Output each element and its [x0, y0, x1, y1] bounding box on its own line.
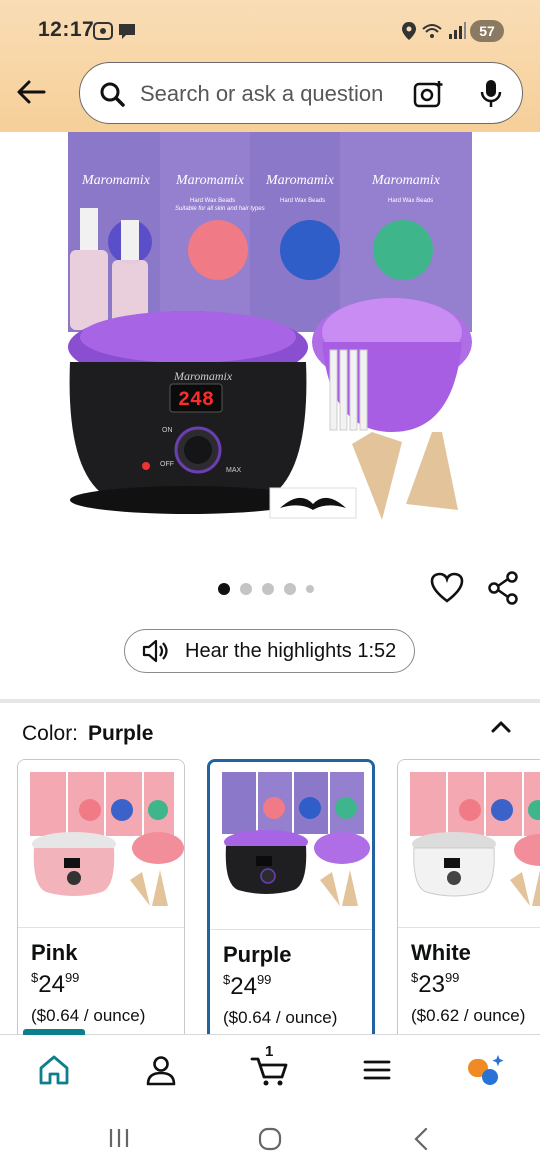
carousel-indicator [218, 583, 314, 595]
warmer-brand: Maromamix [173, 369, 233, 383]
color-option-unit-price: ($0.64 / ounce) [31, 1006, 146, 1025]
color-option-unit-price: ($0.62 / ounce) [411, 1006, 526, 1025]
carousel-dot[interactable] [218, 583, 230, 595]
account-icon[interactable] [144, 1053, 178, 1087]
menu-icon[interactable] [360, 1053, 394, 1087]
chevron-up-icon[interactable] [490, 718, 512, 734]
header: 12:17 57 Search or ask a question [0, 0, 540, 132]
recent-apps-icon[interactable] [106, 1126, 132, 1150]
section-divider [0, 699, 540, 703]
status-time: 12:17 [38, 18, 95, 41]
pack-subtitle-4: Hard Wax Beads [388, 198, 433, 204]
carousel-dot[interactable] [240, 583, 252, 595]
color-option-image [210, 762, 372, 930]
carousel-dot[interactable] [284, 583, 296, 595]
color-option-image [398, 760, 540, 928]
cart-count-badge: 1 [265, 1043, 274, 1060]
system-navigation-bar [0, 1104, 540, 1170]
screenshot-icon [93, 22, 113, 40]
pack-subtitle-3: Hard Wax Beads [280, 198, 325, 204]
carousel-dot[interactable] [306, 585, 314, 593]
location-icon [402, 22, 416, 40]
status-bar: 12:17 57 [0, 0, 540, 60]
chat-bubble-icon [119, 24, 135, 39]
color-option-name: Purple [223, 942, 292, 967]
color-option-price: $2399 [411, 970, 460, 998]
pack-brand-2: Maromamix [175, 173, 245, 188]
bottom-nav: 1 [0, 1029, 540, 1104]
color-option-unit-price: ($0.64 / ounce) [223, 1008, 338, 1027]
back-button-icon[interactable] [410, 1126, 432, 1152]
hear-highlights-button[interactable]: Hear the highlights 1:52 [124, 629, 415, 673]
home-button-icon[interactable] [257, 1126, 283, 1152]
display-readout: 248 [178, 389, 214, 412]
back-arrow-icon[interactable] [14, 74, 50, 110]
pack-brand-1: Maromamix [81, 173, 151, 188]
color-option-image [18, 760, 184, 928]
share-icon[interactable] [486, 571, 520, 605]
knob-off-label: OFF [160, 461, 174, 468]
rufus-icon[interactable] [466, 1053, 506, 1087]
knob-on-label: ON [162, 427, 173, 434]
hear-highlights-label: Hear the highlights 1:52 [185, 639, 397, 662]
search-bar[interactable]: Search or ask a question [79, 62, 523, 124]
search-input[interactable]: Search or ask a question [140, 81, 383, 107]
camera-lens-icon[interactable] [413, 79, 445, 109]
wifi-icon [422, 24, 442, 38]
signal-icon [449, 22, 466, 39]
pack-brand-3: Maromamix [265, 173, 335, 188]
color-option-pink[interactable]: Pink $2499 ($0.64 / ounce) [17, 759, 185, 1049]
color-option-price: $2499 [223, 972, 272, 1000]
microphone-icon[interactable] [478, 78, 504, 110]
selected-color: Purple [88, 722, 154, 745]
color-option-price: $2499 [31, 970, 80, 998]
heart-icon[interactable] [430, 572, 464, 604]
product-image[interactable]: Maromamix Maromamix Maromamix Maromamix … [0, 132, 540, 562]
pack-brand-4: Maromamix [371, 173, 441, 188]
color-option-white[interactable]: White $2399 ($0.62 / ounce) [397, 759, 540, 1049]
color-option-name: Pink [31, 940, 78, 965]
carousel-dot[interactable] [262, 583, 274, 595]
color-option-name: White [411, 940, 471, 965]
wax-warmer-kit-illustration: Maromamix Maromamix Maromamix Maromamix … [68, 132, 472, 520]
pack-subtitle-2: Hard Wax Beads [190, 198, 235, 204]
knob-max-label: MAX [226, 467, 242, 474]
pack-caption-2: Suitable for all skin and hair types [175, 206, 265, 212]
home-icon[interactable] [37, 1053, 71, 1087]
active-tab-indicator [23, 1029, 85, 1035]
battery-indicator: 57 [470, 20, 504, 42]
color-heading: Color: Purple [22, 722, 153, 746]
search-icon [100, 82, 125, 107]
speaker-icon [142, 639, 168, 663]
color-option-purple[interactable]: Purple $2499 ($0.64 / ounce) [207, 759, 375, 1049]
color-label: Color: [22, 722, 79, 745]
